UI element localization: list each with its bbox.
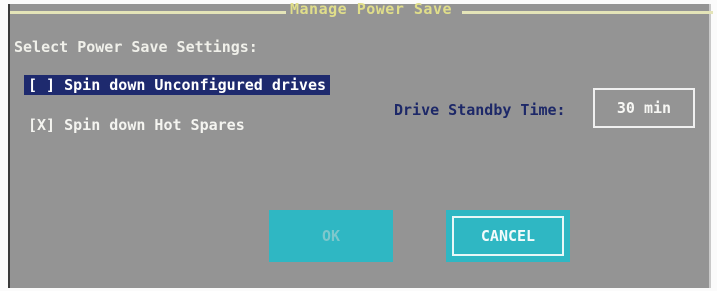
- cancel-button-label: CANCEL: [480, 227, 536, 245]
- title-border-right: [462, 11, 713, 14]
- checkbox-spin-down-unconfigured[interactable]: [ ] Spin down Unconfigured drives: [24, 75, 331, 95]
- drive-standby-time-field[interactable]: 30 min: [593, 88, 695, 128]
- checkbox-spin-down-hot-spares[interactable]: [X] Spin down Hot Spares: [24, 115, 249, 135]
- cancel-button[interactable]: CANCEL: [446, 210, 570, 262]
- drive-standby-time-label: Drive Standby Time:: [394, 101, 566, 119]
- ok-button-label: OK: [321, 227, 341, 245]
- cancel-focus-frame: CANCEL: [452, 216, 564, 256]
- section-heading: Select Power Save Settings:: [14, 38, 258, 56]
- dialog-title: Manage Power Save: [290, 0, 453, 18]
- title-border-left: [10, 11, 286, 14]
- manage-power-save-dialog: Manage Power Save Select Power Save Sett…: [8, 0, 713, 288]
- screen: Manage Power Save Select Power Save Sett…: [0, 0, 717, 291]
- ok-button[interactable]: OK: [269, 210, 393, 262]
